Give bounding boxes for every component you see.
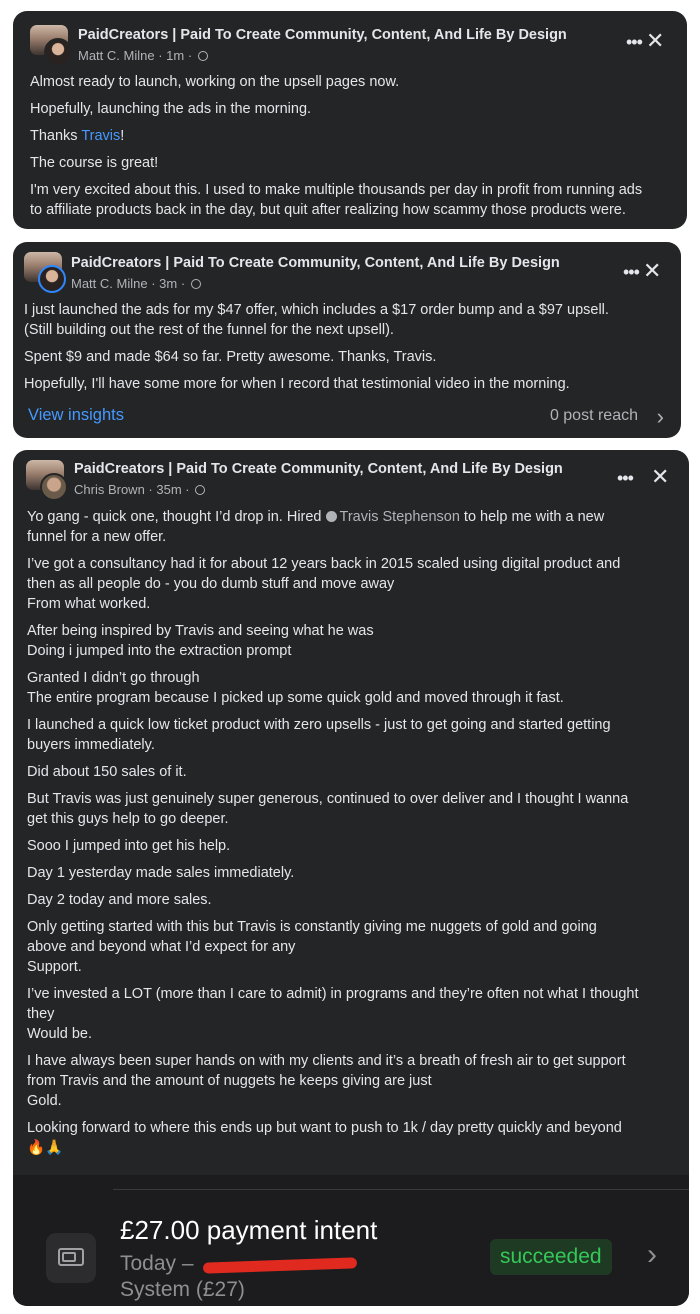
globe-icon [195,485,206,495]
avatar[interactable] [30,25,74,69]
post-card: PaidCreators | Paid To Create Community,… [13,11,687,229]
post-paragraph: Day 1 yesterday made sales immediately. [27,865,295,881]
post-time[interactable]: 1m [166,48,184,63]
payment-icon [46,1233,96,1283]
avatar[interactable] [24,252,68,296]
mention-link[interactable]: Travis Stephenson [325,509,460,525]
post-paragraph: Day 2 today and more sales. [27,892,212,908]
post-meta: Chris Brown · 35m · [74,482,206,497]
user-avatar [40,473,68,501]
payment-date: Today – [120,1252,194,1275]
post-paragraph: I’ve invested a LOT (more than I care to… [27,986,639,1042]
post-card: PaidCreators | Paid To Create Community,… [13,450,689,1306]
post-paragraph: Spent $9 and made $64 so far. Pretty awe… [24,349,437,365]
post-header: PaidCreators | Paid To Create Community,… [13,450,689,510]
insights-row: View insights 0 post reach › [28,404,666,432]
payment-notification[interactable]: £27.00 payment intent Today – System (£2… [13,1175,689,1306]
thanks-text: Thanks [30,128,82,144]
post-body: Almost ready to launch, working on the u… [30,72,677,227]
post-time[interactable]: 35m [156,482,181,497]
post-time[interactable]: 3m [159,276,177,291]
post-paragraph: The course is great! [30,155,159,171]
post-header: PaidCreators | Paid To Create Community,… [13,11,687,71]
post-paragraph: After being inspired by Travis and seein… [27,623,374,659]
post-meta: Matt C. Milne · 1m · [78,48,208,63]
post-paragraph: I just launched the ads for my $47 offer… [24,302,609,338]
avatar[interactable] [26,460,70,504]
close-icon[interactable]: ✕ [646,30,664,52]
post-paragraph: Almost ready to launch, working on the u… [30,74,400,90]
more-options-icon[interactable]: ••• [623,263,640,281]
post-card: PaidCreators | Paid To Create Community,… [13,242,681,438]
post-paragraph: Sooo I jumped into get his help. [27,838,231,854]
author-name[interactable]: Matt C. Milne [71,276,148,291]
intro-text: Yo gang - quick one, thought I’d drop in… [27,509,326,525]
redaction-mark [202,1257,358,1274]
more-options-icon[interactable]: ••• [617,469,634,487]
post-paragraph: Only getting started with this but Travi… [27,919,597,975]
mention-name[interactable]: Travis Stephenson [340,509,460,525]
group-name[interactable]: PaidCreators | Paid To Create Community,… [71,255,560,271]
post-paragraph: But Travis was just genuinely super gene… [27,791,629,827]
globe-icon [197,51,208,61]
chevron-right-icon[interactable]: › [647,1238,657,1272]
post-body: Yo gang - quick one, thought I’d drop in… [27,507,681,1165]
close-icon[interactable]: ✕ [651,466,669,488]
post-paragraph: Yo gang - quick one, thought I’d drop in… [27,507,681,547]
post-body: I just launched the ads for my $47 offer… [24,300,671,401]
post-meta: Matt C. Milne · 3m · [71,276,201,291]
status-badge: succeeded [490,1239,612,1275]
user-avatar [44,38,72,66]
user-avatar [38,265,66,293]
thanks-suffix: ! [120,128,125,144]
post-paragraph: Thanks Travis! [30,126,677,146]
post-paragraph: Hopefully, launching the ads in the morn… [30,101,312,117]
group-name[interactable]: PaidCreators | Paid To Create Community,… [78,27,567,43]
verified-icon [325,511,337,522]
mention-link[interactable]: Travis [81,128,120,144]
post-reach: 0 post reach [549,407,638,424]
post-paragraph: Hopefully, I'll have some more for when … [24,376,570,392]
post-paragraph: I'm very excited about this. I used to m… [30,182,643,218]
more-options-icon[interactable]: ••• [626,33,643,51]
post-paragraph: I have always been super hands on with m… [27,1053,626,1109]
post-paragraph: Granted I didn’t go through The entire p… [27,670,564,706]
view-insights-link[interactable]: View insights [28,406,124,425]
payment-amount: £27.00 payment intent [120,1215,378,1245]
chevron-right-icon[interactable]: › [657,404,664,430]
post-paragraph: I’ve got a consultancy had it for about … [27,556,621,612]
globe-icon [190,279,201,289]
group-name[interactable]: PaidCreators | Paid To Create Community,… [74,461,563,477]
post-header: PaidCreators | Paid To Create Community,… [13,242,681,302]
post-paragraph: I launched a quick low ticket product wi… [27,717,611,753]
payment-system: System (£27) [120,1278,245,1301]
author-name[interactable]: Chris Brown [74,482,145,497]
post-paragraph: Did about 150 sales of it. [27,764,187,780]
close-icon[interactable]: ✕ [643,260,661,282]
author-name[interactable]: Matt C. Milne [78,48,155,63]
divider [113,1189,689,1190]
payment-doc-inner [62,1252,76,1262]
post-paragraph: Looking forward to where this ends up bu… [27,1120,622,1156]
